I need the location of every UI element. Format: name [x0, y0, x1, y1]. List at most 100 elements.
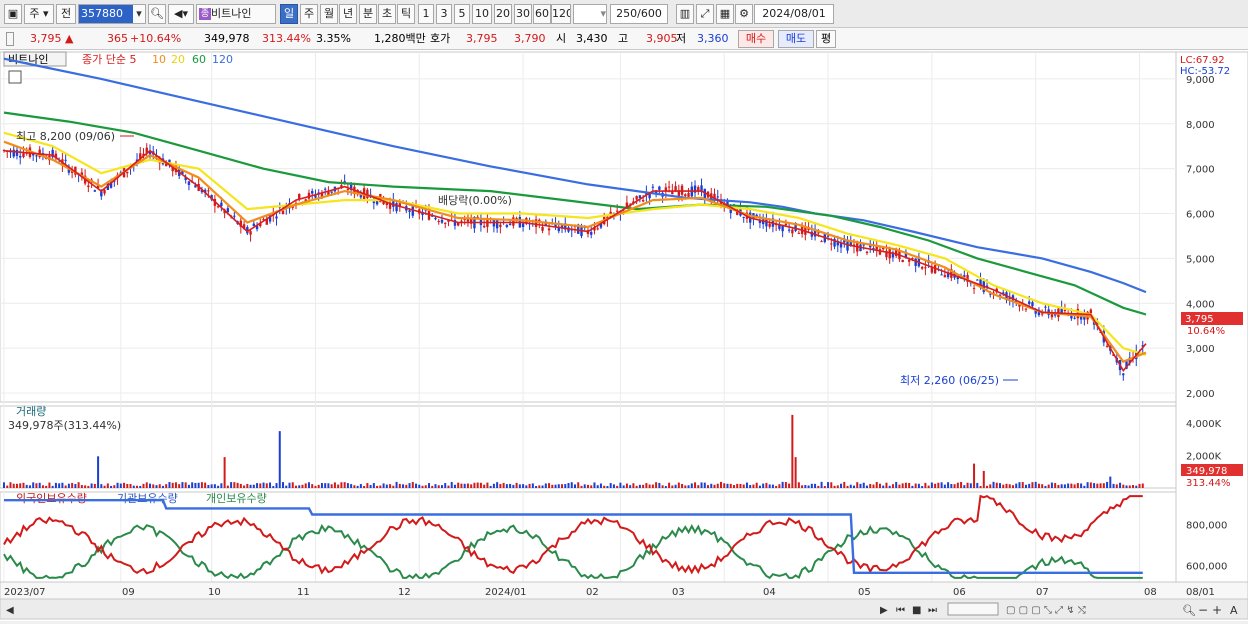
tool-icons[interactable]: ▢ ▢ ▢ ⤡ ⤢ ↯ ⤭: [1006, 605, 1086, 616]
candle-body: [233, 215, 236, 217]
volume-bar: [256, 483, 259, 488]
volume-bar: [379, 485, 382, 488]
stock-code-input[interactable]: 357880 ▾: [78, 4, 146, 24]
volume-bar: [677, 482, 680, 488]
volume-bar: [700, 482, 703, 488]
candle-body: [638, 195, 642, 199]
candle-body: [444, 222, 447, 224]
volume-bar: [898, 484, 901, 488]
checkbox[interactable]: [6, 32, 14, 46]
average-button[interactable]: 평: [816, 30, 836, 48]
stop-icon[interactable]: ■: [912, 605, 921, 616]
bar-icon[interactable]: ▦: [716, 4, 734, 24]
legend-institution[interactable]: 기관보유수량: [117, 492, 178, 505]
volume-value: 349,978: [204, 32, 250, 45]
volume-bar: [301, 484, 304, 488]
volume-bar: [960, 481, 963, 488]
volume-bar: [450, 482, 453, 488]
buy-button[interactable]: 매수: [738, 30, 774, 48]
font-size-icon[interactable]: A: [1230, 604, 1238, 617]
minus-icon[interactable]: −: [1198, 603, 1208, 617]
tab-year[interactable]: 년: [339, 4, 357, 24]
volume-bar: [992, 481, 995, 488]
gear-icon[interactable]: ⚙: [735, 4, 753, 24]
volume-bar: [924, 482, 927, 488]
volume-bar: [22, 482, 25, 488]
interval-5[interactable]: 5: [454, 4, 470, 24]
search-icon[interactable]: 🔍︎: [148, 4, 166, 24]
legend-ma20[interactable]: 20: [171, 53, 185, 66]
interval-120[interactable]: 120: [551, 4, 571, 24]
volume-bar: [1067, 483, 1070, 488]
volume-ratio: 313.44%: [262, 32, 311, 45]
candle-body: [784, 223, 788, 226]
volume-bar: [947, 482, 950, 488]
volume-bar: [1083, 485, 1086, 488]
volume-bar: [921, 486, 924, 488]
plus-icon[interactable]: +: [1212, 603, 1222, 617]
legend-ma120[interactable]: 120: [212, 53, 233, 66]
scroll-bar[interactable]: ◀ ▶ ⏮ ■ ⏭ ▢ ▢ ▢ ⤡ ⤢ ↯ ⤭ 🔍︎ − + A: [0, 598, 1248, 620]
volume-bar: [194, 482, 197, 488]
x-tick-label: 02: [586, 587, 599, 598]
volume-bar: [865, 485, 868, 488]
tab-month[interactable]: 월: [320, 4, 338, 24]
first-page-icon[interactable]: ⏮: [896, 605, 905, 616]
interval-20[interactable]: 20: [494, 4, 512, 24]
tab-day[interactable]: 일: [280, 4, 298, 24]
window-icon[interactable]: ▣: [4, 4, 22, 24]
candle-body: [768, 223, 771, 227]
volume-bar: [113, 485, 116, 488]
date-field[interactable]: 2024/08/01: [754, 4, 834, 24]
interval-60[interactable]: 60: [533, 4, 551, 24]
last-page-icon[interactable]: ⏭: [928, 605, 937, 616]
zoom-in-icon[interactable]: 🔍︎: [1182, 604, 1196, 617]
ask-price: 3,790: [514, 32, 546, 45]
interval-custom-input[interactable]: ▾: [573, 4, 607, 24]
volume-bar: [561, 484, 564, 488]
volume-bar: [405, 484, 408, 488]
volume-bar: [340, 482, 343, 488]
volume-bar: [577, 482, 580, 488]
volume-bar: [1096, 483, 1099, 488]
low-price: 3,360: [697, 32, 729, 45]
volume-bar: [239, 483, 242, 488]
count-field[interactable]: 250/600: [610, 4, 668, 24]
legend-ma10[interactable]: 10: [152, 53, 166, 66]
volume-bar: [606, 486, 609, 488]
tab-second[interactable]: 초: [378, 4, 396, 24]
volume-bar: [291, 482, 294, 488]
calendar-icon[interactable]: [8, 70, 22, 84]
interval-30[interactable]: 30: [514, 4, 532, 24]
interval-10[interactable]: 10: [472, 4, 492, 24]
tab-week[interactable]: 주: [300, 4, 318, 24]
candle-body: [35, 155, 38, 157]
interval-3[interactable]: 3: [436, 4, 452, 24]
volume-bar: [726, 483, 729, 488]
type-select[interactable]: 주 ▾: [24, 4, 54, 24]
scroll-right-arrow[interactable]: ▶: [880, 605, 888, 616]
stock-name-field[interactable]: 종 비트나인: [196, 4, 276, 24]
tab-tick[interactable]: 틱: [397, 4, 415, 24]
period-button[interactable]: 전: [56, 4, 76, 24]
interval-1[interactable]: 1: [418, 4, 434, 24]
candle-body: [641, 199, 645, 202]
legend-individual[interactable]: 개인보유수량: [206, 492, 267, 505]
pane-1: [0, 405, 1177, 489]
candle-icon[interactable]: ▥: [676, 4, 694, 24]
legend-ma60[interactable]: 60: [192, 53, 206, 66]
sell-button[interactable]: 매도: [778, 30, 814, 48]
volume-bar: [103, 485, 106, 488]
zoom-slider[interactable]: [947, 602, 999, 616]
x-axis: 2023/07 09 10 11 12 2024/01 02 03 04 05 06 07 08 08/0…: [0, 581, 1248, 600]
holding-pane-header: 외국인보유수량 기관보유수량 개인보유수량: [16, 492, 267, 505]
candle-body: [460, 220, 463, 222]
tab-minute[interactable]: 분: [359, 4, 377, 24]
speaker-icon[interactable]: ◀▾: [168, 4, 194, 24]
legend-ma5[interactable]: 종가 단순 5: [82, 53, 136, 66]
volume-bar: [473, 482, 476, 488]
legend-foreign[interactable]: 외국인보유수량: [16, 492, 87, 505]
draw-line-icon[interactable]: ⤢: [696, 4, 714, 24]
volume-bar: [262, 482, 265, 488]
scroll-left-arrow[interactable]: ◀: [6, 605, 14, 616]
